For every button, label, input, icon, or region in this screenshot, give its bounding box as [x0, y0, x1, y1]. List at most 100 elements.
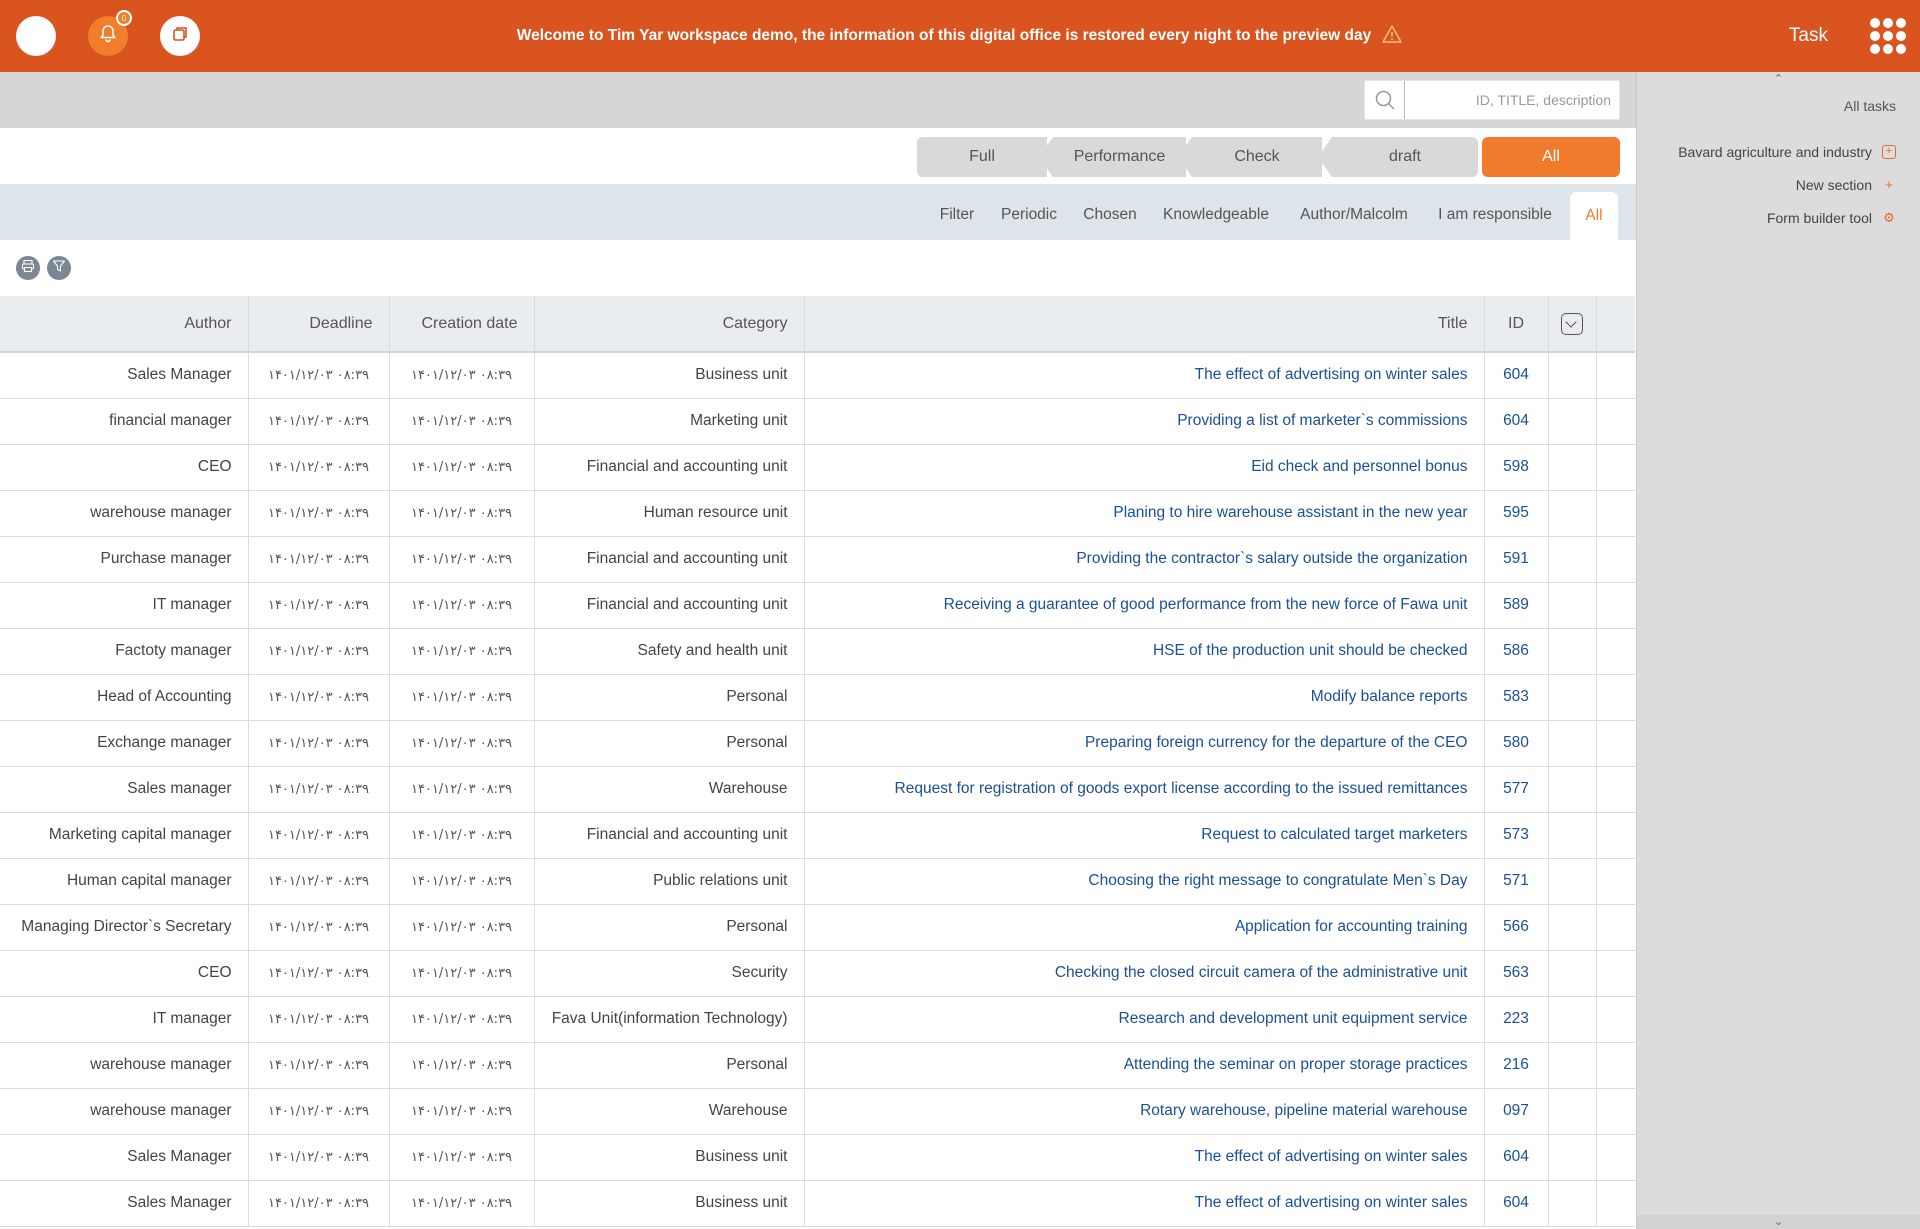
- row-select-cell[interactable]: [1548, 674, 1597, 721]
- id-link[interactable]: 595: [1484, 490, 1549, 537]
- id-link[interactable]: 571: [1484, 858, 1549, 905]
- scroll-down-icon[interactable]: ⌄: [1637, 1215, 1920, 1229]
- table-row[interactable]: CEO ۱۴۰۱/۱۲/۰۳ ۰۸:۳۹ ۱۴۰۱/۱۲/۰۳ ۰۸:۳۹ Finan…: [0, 444, 1635, 491]
- status-all[interactable]: All: [1482, 137, 1620, 177]
- title-link[interactable]: Research and development unit equipment …: [804, 996, 1485, 1043]
- id-link[interactable]: 223: [1484, 996, 1549, 1043]
- title-link[interactable]: Rotary warehouse, pipeline material ware…: [804, 1088, 1485, 1135]
- col-id[interactable]: ID: [1484, 296, 1549, 353]
- title-link[interactable]: Modify balance reports: [804, 674, 1485, 721]
- tab-filter[interactable]: Filter: [932, 184, 982, 240]
- print-button[interactable]: [16, 256, 40, 280]
- id-link[interactable]: 604: [1484, 1180, 1549, 1227]
- id-link[interactable]: 573: [1484, 812, 1549, 859]
- id-link[interactable]: 566: [1484, 904, 1549, 951]
- all-tasks-link[interactable]: All tasks: [1844, 98, 1896, 114]
- id-link[interactable]: 604: [1484, 398, 1549, 445]
- title-link[interactable]: Choosing the right message to congratula…: [804, 858, 1485, 905]
- row-select-cell[interactable]: [1548, 1134, 1597, 1181]
- title-link[interactable]: Receiving a guarantee of good performanc…: [804, 582, 1485, 629]
- tab-i-am-responsible[interactable]: I am responsible: [1430, 184, 1560, 240]
- search-icon[interactable]: [1365, 81, 1405, 119]
- tab-knowledgeable[interactable]: Knowledgeable: [1156, 184, 1276, 240]
- table-row[interactable]: Sales Manager ۱۴۰۱/۱۲/۰۳ ۰۸:۳۹ ۱۴۰۱/۱۲/۰۳ …: [0, 352, 1635, 399]
- table-row[interactable]: Sales Manager ۱۴۰۱/۱۲/۰۳ ۰۸:۳۹ ۱۴۰۱/۱۲/۰۳ …: [0, 1134, 1635, 1181]
- row-select-cell[interactable]: [1548, 1042, 1597, 1089]
- windows-button[interactable]: [160, 16, 200, 56]
- id-link[interactable]: 604: [1484, 1134, 1549, 1181]
- table-row[interactable]: Human capital manager ۱۴۰۱/۱۲/۰۳ ۰۸:۳۹ ۱۴۰…: [0, 858, 1635, 905]
- form-builder-link[interactable]: Form builder tool ⚙: [1767, 210, 1896, 226]
- title-link[interactable]: Checking the closed circuit camera of th…: [804, 950, 1485, 997]
- select-all-checkbox-icon[interactable]: [1561, 312, 1583, 335]
- title-link[interactable]: Planing to hire warehouse assistant in t…: [804, 490, 1485, 537]
- tab-author-malcolm[interactable]: Author/Malcolm: [1288, 184, 1420, 240]
- title-link[interactable]: Preparing foreign currency for the depar…: [804, 720, 1485, 767]
- row-select-cell[interactable]: [1548, 904, 1597, 951]
- table-row[interactable]: Marketing capital manager ۱۴۰۱/۱۲/۰۳ ۰۸:۳…: [0, 812, 1635, 859]
- title-link[interactable]: The effect of advertising on winter sale…: [804, 352, 1485, 399]
- tab-chosen[interactable]: Chosen: [1076, 184, 1144, 240]
- title-link[interactable]: The effect of advertising on winter sale…: [804, 1134, 1485, 1181]
- table-row[interactable]: financial manager ۱۴۰۱/۱۲/۰۳ ۰۸:۳۹ ۱۴۰۱/۱۲…: [0, 398, 1635, 445]
- title-link[interactable]: Application for accounting training: [804, 904, 1485, 951]
- row-select-cell[interactable]: [1548, 1180, 1597, 1227]
- row-select-cell[interactable]: [1548, 996, 1597, 1043]
- status-draft[interactable]: draft: [1318, 137, 1478, 177]
- table-row[interactable]: IT manager ۱۴۰۱/۱۲/۰۳ ۰۸:۳۹ ۱۴۰۱/۱۲/۰۳ ۰۸:…: [0, 996, 1635, 1043]
- avatar[interactable]: [16, 16, 56, 56]
- row-select-cell[interactable]: [1548, 398, 1597, 445]
- table-row[interactable]: warehouse manager ۱۴۰۱/۱۲/۰۳ ۰۸:۳۹ ۱۴۰۱/۱۲…: [0, 1042, 1635, 1089]
- table-row[interactable]: Sales manager ۱۴۰۱/۱۲/۰۳ ۰۸:۳۹ ۱۴۰۱/۱۲/۰۳ …: [0, 766, 1635, 813]
- title-link[interactable]: Providing a list of marketer`s commissio…: [804, 398, 1485, 445]
- table-row[interactable]: IT manager ۱۴۰۱/۱۲/۰۳ ۰۸:۳۹ ۱۴۰۱/۱۲/۰۳ ۰۸:…: [0, 582, 1635, 629]
- row-select-cell[interactable]: [1548, 858, 1597, 905]
- col-deadline[interactable]: Deadline: [248, 296, 390, 353]
- table-row[interactable]: warehouse manager ۱۴۰۱/۱۲/۰۳ ۰۸:۳۹ ۱۴۰۱/۱۲…: [0, 1088, 1635, 1135]
- row-select-cell[interactable]: [1548, 812, 1597, 859]
- title-link[interactable]: Eid check and personnel bonus: [804, 444, 1485, 491]
- row-select-cell[interactable]: [1548, 628, 1597, 675]
- status-performance[interactable]: Performance: [1039, 137, 1186, 177]
- id-link[interactable]: 598: [1484, 444, 1549, 491]
- id-link[interactable]: 216: [1484, 1042, 1549, 1089]
- id-link[interactable]: 591: [1484, 536, 1549, 583]
- search-input[interactable]: [1405, 82, 1619, 118]
- title-link[interactable]: Providing the contractor`s salary outsid…: [804, 536, 1485, 583]
- id-link[interactable]: 589: [1484, 582, 1549, 629]
- row-select-cell[interactable]: [1548, 536, 1597, 583]
- id-link[interactable]: 583: [1484, 674, 1549, 721]
- table-row[interactable]: warehouse manager ۱۴۰۱/۱۲/۰۳ ۰۸:۳۹ ۱۴۰۱/۱۲…: [0, 490, 1635, 537]
- row-select-cell[interactable]: [1548, 582, 1597, 629]
- table-row[interactable]: Managing Director`s Secretary ۱۴۰۱/۱۲/۰۳ …: [0, 904, 1635, 951]
- col-category[interactable]: Category: [534, 296, 805, 353]
- clear-filter-button[interactable]: [47, 256, 71, 280]
- title-link[interactable]: HSE of the production unit should be che…: [804, 628, 1485, 675]
- status-check[interactable]: Check: [1178, 137, 1322, 177]
- table-row[interactable]: Purchase manager ۱۴۰۱/۱۲/۰۳ ۰۸:۳۹ ۱۴۰۱/۱۲/…: [0, 536, 1635, 583]
- title-link[interactable]: Request for registration of goods export…: [804, 766, 1485, 813]
- table-row[interactable]: CEO ۱۴۰۱/۱۲/۰۳ ۰۸:۳۹ ۱۴۰۱/۱۲/۰۳ ۰۸:۳۹ Secur…: [0, 950, 1635, 997]
- apps-menu-icon[interactable]: [1870, 18, 1906, 54]
- id-link[interactable]: 563: [1484, 950, 1549, 997]
- row-select-cell[interactable]: [1548, 950, 1597, 997]
- id-link[interactable]: 097: [1484, 1088, 1549, 1135]
- row-select-cell[interactable]: [1548, 766, 1597, 813]
- id-link[interactable]: 580: [1484, 720, 1549, 767]
- id-link[interactable]: 586: [1484, 628, 1549, 675]
- row-select-cell[interactable]: [1548, 720, 1597, 767]
- title-link[interactable]: The effect of advertising on winter sale…: [804, 1180, 1485, 1227]
- table-row[interactable]: Head of Accounting ۱۴۰۱/۱۲/۰۳ ۰۸:۳۹ ۱۴۰۱/۱…: [0, 674, 1635, 721]
- id-link[interactable]: 604: [1484, 352, 1549, 399]
- title-link[interactable]: Request to calculated target marketers: [804, 812, 1485, 859]
- new-section-link[interactable]: New section +: [1796, 177, 1896, 193]
- notifications-button[interactable]: 0: [88, 10, 132, 56]
- scroll-up-icon[interactable]: ⌃: [1637, 72, 1920, 86]
- row-select-cell[interactable]: [1548, 490, 1597, 537]
- tab-all[interactable]: All: [1570, 192, 1618, 240]
- id-link[interactable]: 577: [1484, 766, 1549, 813]
- table-row[interactable]: Exchange manager ۱۴۰۱/۱۲/۰۳ ۰۸:۳۹ ۱۴۰۱/۱۲/…: [0, 720, 1635, 767]
- title-link[interactable]: Attending the seminar on proper storage …: [804, 1042, 1485, 1089]
- row-select-cell[interactable]: [1548, 352, 1597, 399]
- status-full[interactable]: Full: [917, 137, 1047, 177]
